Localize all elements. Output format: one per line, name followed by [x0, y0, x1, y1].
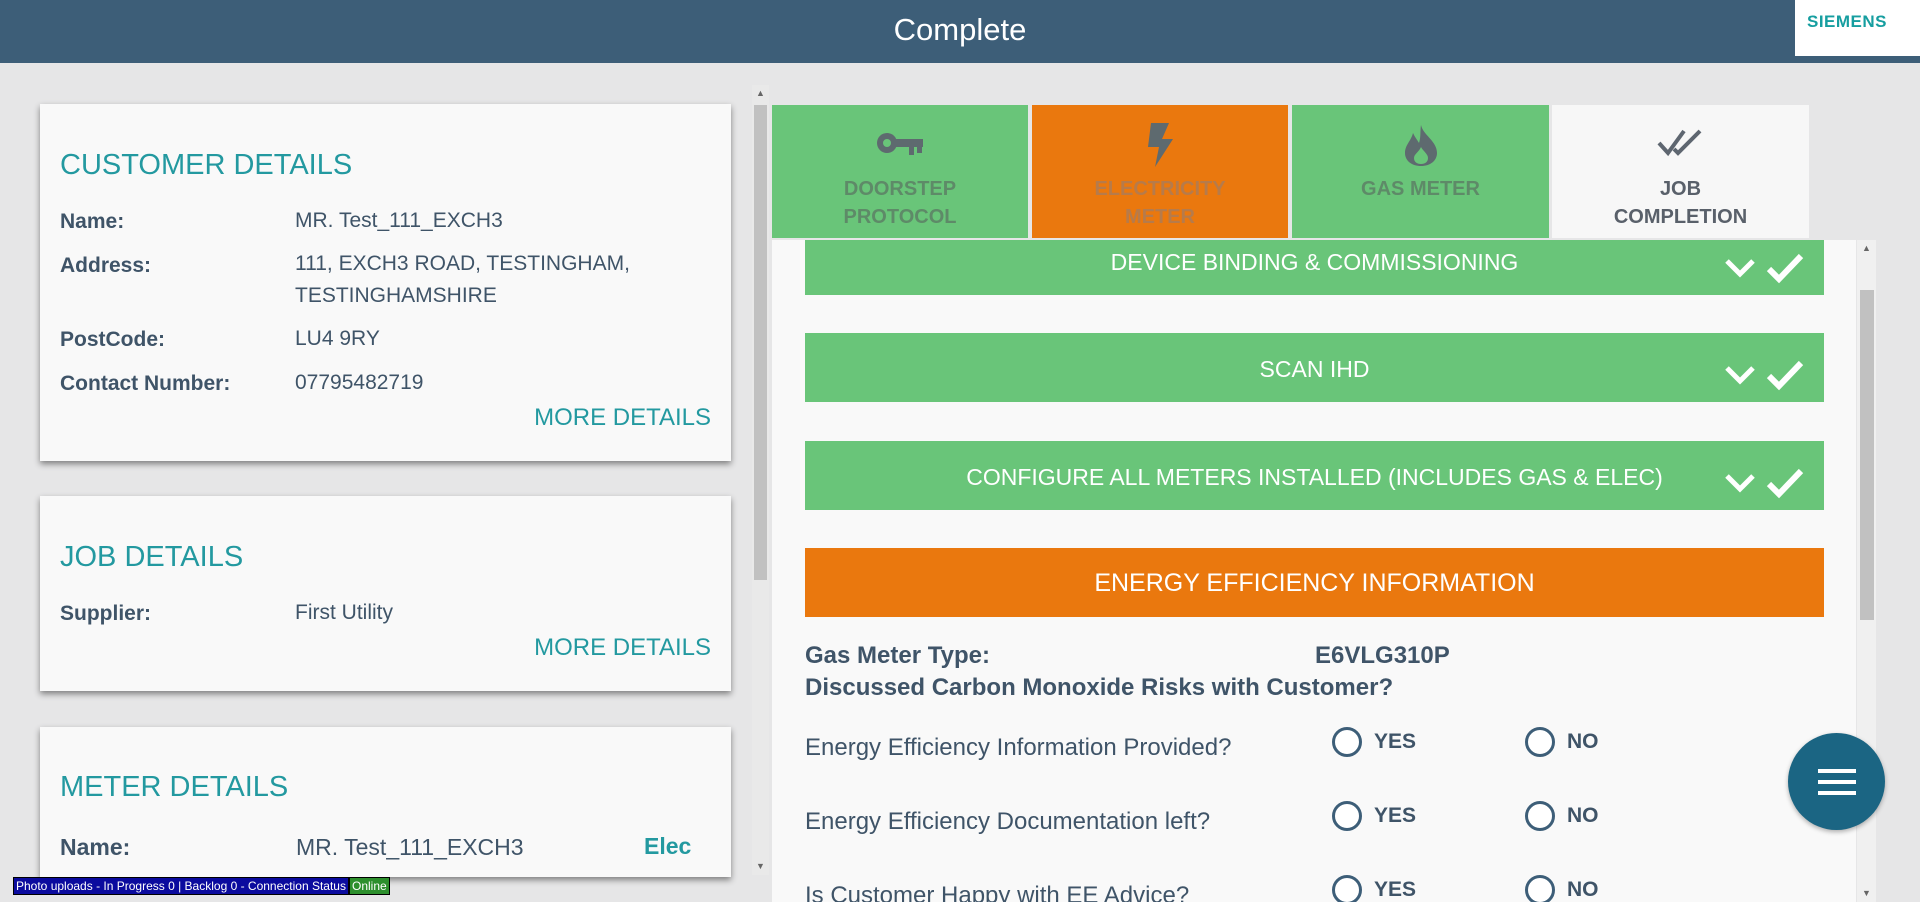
double-check-icon [1552, 123, 1809, 167]
name-label: Name: [60, 210, 125, 233]
connection-status-badge: Online [348, 877, 390, 895]
section-configure-meters-label: CONFIGURE ALL METERS INSTALLED (INCLUDES… [966, 464, 1663, 490]
chevron-down-icon[interactable] [1724, 472, 1756, 494]
job-details-card: JOB DETAILS Supplier: First Utility MORE… [40, 496, 731, 691]
section-energy-efficiency[interactable]: ENERGY EFFICIENCY INFORMATION [805, 548, 1824, 617]
meter-type-tag: Elec [644, 833, 692, 859]
co-risks-question: Discussed Carbon Monoxide Risks with Cus… [805, 674, 1394, 701]
radio-circle[interactable] [1332, 727, 1362, 757]
radio-circle[interactable] [1332, 875, 1362, 902]
section-scan-ihd-label: SCAN IHD [1259, 356, 1370, 382]
scroll-down-icon[interactable]: ▼ [1858, 885, 1875, 902]
section-status-icons [1724, 252, 1804, 284]
radio-circle[interactable] [1525, 727, 1555, 757]
supplier-label: Supplier: [60, 602, 152, 625]
key-icon [772, 123, 1028, 167]
left-scroll-thumb[interactable] [754, 105, 767, 580]
question-ee-info-provided: Energy Efficiency Information Provided? [805, 734, 1232, 761]
app-header: Complete SIEMENS [0, 0, 1920, 63]
scroll-up-icon[interactable]: ▲ [1858, 240, 1875, 257]
question-customer-happy: Is Customer Happy with EE Advice? [805, 882, 1190, 902]
radio-yes-label: YES [1374, 730, 1417, 753]
job-details-title: JOB DETAILS [60, 541, 244, 573]
page-title: Complete [893, 12, 1027, 47]
ee-info-no-radio[interactable]: NO [1525, 727, 1599, 757]
upload-status-text: Photo uploads - In Progress 0 | Backlog … [13, 877, 349, 895]
tab-job-line2: COMPLETION [1613, 206, 1748, 228]
customer-details-title: CUSTOMER DETAILS [60, 149, 353, 181]
section-status-icons [1724, 359, 1804, 391]
address-label: Address: [60, 254, 152, 277]
tab-gas-line1: GAS METER [1361, 178, 1480, 200]
customer-name: MR. Test_111_EXCH3 [295, 209, 503, 232]
contact-number-label: Contact Number: [60, 372, 231, 395]
job-more-details-link[interactable]: MORE DETAILS [534, 634, 711, 662]
customer-more-details-link[interactable]: MORE DETAILS [534, 404, 711, 432]
radio-circle[interactable] [1525, 875, 1555, 902]
tab-electricity-line1: ELECTRICITY [1094, 178, 1226, 200]
radio-no-label: NO [1567, 878, 1599, 901]
hamburger-menu-icon [1817, 768, 1856, 795]
ee-doc-no-radio[interactable]: NO [1525, 801, 1599, 831]
siemens-logo: SIEMENS [1795, 0, 1920, 56]
tab-doorstep-label: DOORSTEP PROTOCOL [772, 175, 1028, 231]
upload-status-bar: Photo uploads - In Progress 0 | Backlog … [13, 877, 390, 895]
lightning-icon [1032, 123, 1288, 167]
radio-no-label: NO [1567, 730, 1599, 753]
radio-circle[interactable] [1525, 801, 1555, 831]
ee-info-yes-radio[interactable]: YES [1332, 727, 1416, 757]
meter-name-value: MR. Test_111_EXCH3 [296, 834, 524, 860]
address-line-1: 111, EXCH3 ROAD, TESTINGHAM, [295, 252, 630, 275]
meter-name-label: Name: [60, 834, 131, 860]
address-line-2: TESTINGHAMSHIRE [295, 284, 497, 307]
customer-details-card: CUSTOMER DETAILS Name: MR. Test_111_EXCH… [40, 104, 731, 461]
tab-job-completion-label: JOB COMPLETION [1552, 175, 1809, 231]
customer-happy-yes-radio[interactable]: YES [1332, 875, 1416, 902]
section-scan-ihd[interactable]: SCAN IHD [805, 333, 1824, 402]
logo-text: SIEMENS [1807, 12, 1888, 31]
flame-icon [1292, 123, 1549, 167]
contact-number-value: 07795482719 [295, 371, 424, 394]
radio-yes-label: YES [1374, 878, 1417, 901]
scroll-down-icon[interactable]: ▼ [752, 858, 769, 875]
postcode-value: LU4 9RY [295, 327, 380, 350]
gas-meter-type-value: E6VLG310P [1315, 642, 1450, 669]
radio-circle[interactable] [1332, 801, 1362, 831]
tab-electricity-label: ELECTRICITY METER [1032, 175, 1288, 231]
tab-doorstep-line2: PROTOCOL [843, 206, 957, 228]
left-scrollbar[interactable]: ▲ ▼ [752, 85, 769, 875]
postcode-label: PostCode: [60, 328, 165, 351]
ee-doc-yes-radio[interactable]: YES [1332, 801, 1416, 831]
section-energy-efficiency-label: ENERGY EFFICIENCY INFORMATION [1094, 569, 1535, 597]
section-device-binding-label: DEVICE BINDING & COMMISSIONING [1110, 249, 1519, 275]
right-scroll-thumb[interactable] [1860, 290, 1874, 620]
radio-yes-label: YES [1374, 804, 1417, 827]
checkmark-icon [1766, 468, 1804, 499]
menu-button[interactable] [1788, 733, 1885, 830]
section-status-icons [1724, 467, 1804, 499]
scroll-up-icon[interactable]: ▲ [752, 85, 769, 102]
checkmark-icon [1766, 360, 1804, 391]
section-panel: DEVICE BINDING & COMMISSIONING SCAN IHD … [772, 240, 1856, 902]
tab-doorstep-protocol[interactable]: DOORSTEP PROTOCOL [772, 105, 1028, 238]
tab-job-line1: JOB [1659, 178, 1702, 200]
section-configure-meters[interactable]: CONFIGURE ALL METERS INSTALLED (INCLUDES… [805, 441, 1824, 510]
gas-meter-type-label: Gas Meter Type: [805, 642, 990, 669]
meter-details-title: METER DETAILS [60, 771, 289, 803]
tab-job-completion[interactable]: JOB COMPLETION [1552, 105, 1809, 238]
chevron-down-icon[interactable] [1724, 364, 1756, 386]
tab-electricity-meter[interactable]: ELECTRICITY METER [1032, 105, 1288, 238]
supplier-value: First Utility [295, 601, 393, 624]
section-device-binding[interactable]: DEVICE BINDING & COMMISSIONING [805, 240, 1824, 295]
customer-happy-no-radio[interactable]: NO [1525, 875, 1599, 902]
question-ee-documentation: Energy Efficiency Documentation left? [805, 808, 1211, 835]
chevron-down-icon[interactable] [1724, 257, 1756, 279]
meter-details-card: METER DETAILS Name: MR. Test_111_EXCH3 E… [40, 727, 731, 877]
tab-doorstep-line1: DOORSTEP [843, 178, 957, 200]
tab-gas-label: GAS METER [1292, 175, 1549, 203]
checkmark-icon [1766, 253, 1804, 284]
tab-gas-meter[interactable]: GAS METER [1292, 105, 1549, 238]
radio-no-label: NO [1567, 804, 1599, 827]
tab-electricity-line2: METER [1125, 206, 1195, 228]
